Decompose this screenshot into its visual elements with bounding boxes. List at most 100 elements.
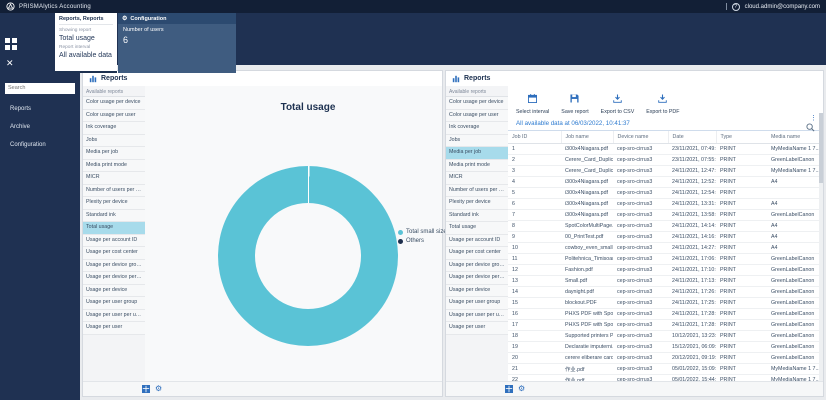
report-list-item[interactable]: Plexity per device (446, 197, 508, 210)
table-row[interactable]: 1 i300x4Niagara.pdf cep-sro-cirrus3 23/1… (508, 143, 821, 154)
table-row[interactable]: 12 Fashion.pdf cep-sro-cirrus3 24/11/202… (508, 264, 821, 275)
legend-label: Others (406, 238, 424, 244)
table-row[interactable]: 14 daynight.pdf cep-sro-cirrus3 24/11/20… (508, 286, 821, 297)
table-row[interactable]: 15 blockout.PDF cep-sro-cirrus3 24/11/20… (508, 297, 821, 308)
report-list-item[interactable]: MICR (446, 172, 508, 185)
table-row[interactable]: 6 i300x4Niagara.pdf cep-sro-cirrus3 24/1… (508, 198, 821, 209)
table-row[interactable]: 9 00_PrintTest.pdf cep-sro-cirrus3 24/11… (508, 231, 821, 242)
report-list-item[interactable]: Usage per account ID (446, 235, 508, 248)
report-list-item[interactable]: Usage per user per user g... (446, 310, 508, 323)
report-list-item[interactable]: MICR (83, 172, 145, 185)
table-scrollbar-thumb[interactable] (819, 113, 823, 183)
table-row[interactable]: 19 Declaratie imputerni... cep-sro-cirru… (508, 341, 821, 352)
app-launcher-icon[interactable] (5, 38, 18, 56)
table-view-icon[interactable] (505, 380, 513, 398)
report-list-item[interactable]: Usage per user (446, 322, 508, 335)
cell-job-name: i300x4Niagara.pdf (561, 209, 613, 220)
export-csv-button[interactable]: Export to CSV (601, 90, 635, 115)
report-list-item[interactable]: Color usage per device (446, 97, 508, 110)
report-list-item[interactable]: Color usage per user (83, 110, 145, 123)
column-header[interactable]: Type (716, 131, 767, 143)
configuration-widget-header[interactable]: ⚙ Configuration (118, 13, 236, 24)
report-list-item[interactable]: Usage per user group (83, 297, 145, 310)
report-list-item[interactable]: Usage per user per user g... (83, 310, 145, 323)
report-list-item[interactable]: Media print mode (83, 160, 145, 173)
save-report-button[interactable]: Save report (561, 90, 588, 115)
table-row[interactable]: 8 SpotColorMultiPage... cep-sro-cirrus3 … (508, 220, 821, 231)
report-list-item[interactable]: Media per job (446, 147, 508, 160)
help-icon[interactable]: ? (732, 3, 740, 11)
table-settings-gear-icon[interactable]: ⚙ (518, 385, 525, 393)
report-list-item[interactable]: Number of users per device (446, 185, 508, 198)
close-icon[interactable]: ✕ (6, 58, 14, 69)
sidebar-item[interactable]: Configuration (5, 142, 75, 148)
report-list-item[interactable]: Media print mode (446, 160, 508, 173)
cell-job-id: 18 (508, 330, 561, 341)
column-header[interactable]: Device name (613, 131, 668, 143)
chart-settings-gear-icon[interactable]: ⚙ (155, 385, 162, 393)
export-pdf-button[interactable]: Export to PDF (646, 90, 679, 115)
sidebar-item[interactable]: Reports (5, 106, 75, 112)
report-interval-value[interactable]: All available data (59, 52, 113, 59)
table-scrollbar[interactable] (819, 113, 823, 381)
cell-type: PRINT (716, 308, 767, 319)
column-header[interactable]: Job ID (508, 131, 561, 143)
column-header[interactable]: Job name (561, 131, 613, 143)
table-row[interactable]: 13 Small.pdf cep-sro-cirrus3 24/11/2021,… (508, 275, 821, 286)
report-list-item[interactable]: Standard ink (446, 210, 508, 223)
report-list-item[interactable]: Standard ink (83, 210, 145, 223)
cell-media-name: A4 (767, 176, 821, 187)
table-row[interactable]: 18 Supported printers P... cep-sro-cirru… (508, 330, 821, 341)
report-list-item[interactable]: Media per job (83, 147, 145, 160)
report-list-item[interactable]: Number of users per device (83, 185, 145, 198)
report-list-item-label: Color usage per device (86, 99, 140, 105)
column-header[interactable]: Date (668, 131, 716, 143)
report-list-item[interactable]: Usage per user (83, 322, 145, 335)
report-list-item[interactable]: Total usage (83, 222, 145, 235)
report-list-item[interactable]: Jobs (446, 135, 508, 148)
report-list-item[interactable]: Usage per cost center (446, 247, 508, 260)
report-list-item[interactable]: Color usage per device (83, 97, 145, 110)
table-view-icon[interactable] (142, 380, 150, 398)
table-row[interactable]: 17 PHXS PDF with Spot ... cep-sro-cirrus… (508, 319, 821, 330)
cell-job-id: 12 (508, 264, 561, 275)
report-list-item[interactable]: Ink coverage (83, 122, 145, 135)
report-list-item[interactable]: Plexity per device (83, 197, 145, 210)
report-list-item[interactable]: Usage per device (83, 285, 145, 298)
table-row[interactable]: 4 i300x4Niagara.pdf cep-sro-cirrus3 24/1… (508, 176, 821, 187)
report-list-item[interactable]: Usage per device per dev... (446, 272, 508, 285)
report-summary-title[interactable]: Reports, Reports (59, 16, 113, 25)
column-header-label: Job name (566, 134, 589, 140)
cell-date: 24/11/2021, 13:58:49 (668, 209, 716, 220)
report-list-item[interactable]: Usage per device (446, 285, 508, 298)
report-list-item[interactable]: Total usage (446, 222, 508, 235)
sidebar-item[interactable]: Archive (5, 124, 75, 130)
table-row[interactable]: 21 作业.pdf cep-sro-cirrus3 05/01/2022, 15… (508, 363, 821, 374)
table-row[interactable]: 2 Cerere_Card_Duplica... cep-sro-cirrus3… (508, 154, 821, 165)
cell-job-id: 14 (508, 286, 561, 297)
table-row[interactable]: 3 Cerere_Card_Duplica... cep-sro-cirrus3… (508, 165, 821, 176)
report-list-item[interactable]: Usage per user group (446, 297, 508, 310)
table-row[interactable]: 11 Politehnica_Timisoar... cep-sro-cirru… (508, 253, 821, 264)
table-row[interactable]: 5 i300x4Niagara.pdf cep-sro-cirrus3 24/1… (508, 187, 821, 198)
table-row[interactable]: 7 i300x4Niagara.pdf cep-sro-cirrus3 24/1… (508, 209, 821, 220)
report-list-item[interactable]: Usage per device per dev... (83, 272, 145, 285)
column-options-icon[interactable]: ⋮ (810, 115, 817, 122)
report-list-item[interactable]: Usage per cost center (83, 247, 145, 260)
select-interval-button[interactable]: Select interval (516, 90, 549, 115)
report-list-item[interactable]: Usage per account ID (83, 235, 145, 248)
showing-report-value[interactable]: Total usage (59, 35, 113, 42)
report-list-item[interactable]: Usage per device group (83, 260, 145, 273)
cell-job-name: Supported printers P... (561, 330, 613, 341)
report-list-item[interactable]: Jobs (83, 135, 145, 148)
table-row[interactable]: 20 cerere eliberare card ... cep-sro-cir… (508, 352, 821, 363)
report-summary-panel[interactable]: Reports, Reports Showing report Total us… (55, 13, 117, 73)
interval-text[interactable]: All available data at 06/03/2022, 10:41:… (516, 120, 630, 127)
report-list-item[interactable]: Ink coverage (446, 122, 508, 135)
user-email[interactable]: cloud.admin@company.com (745, 4, 820, 10)
table-row[interactable]: 16 PHXS PDF with Spot ... cep-sro-cirrus… (508, 308, 821, 319)
report-list-item[interactable]: Usage per device group (446, 260, 508, 273)
search-input[interactable] (5, 83, 75, 94)
table-row[interactable]: 10 cowboy_even_smalle... cep-sro-cirrus3… (508, 242, 821, 253)
report-list-item[interactable]: Color usage per user (446, 110, 508, 123)
